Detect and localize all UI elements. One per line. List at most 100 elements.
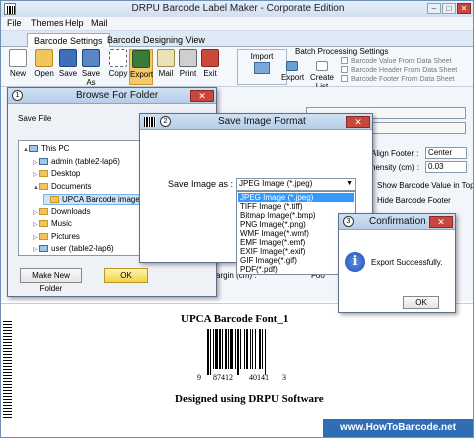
footer-margin-value: 0.03 — [428, 162, 444, 171]
checkbox[interactable] — [341, 75, 348, 82]
image-format-option[interactable]: PNG Image(*.png) — [238, 220, 354, 229]
image-format-option[interactable]: EXIF Image(*.exif) — [238, 247, 354, 256]
mail-label: Mail — [158, 69, 174, 78]
folder-tree-label: This PC — [41, 144, 70, 153]
image-format-option[interactable]: WMF Image(*.wmf) — [238, 229, 354, 238]
confirmation-title: Confirmation — [369, 216, 426, 227]
save-image-close-button[interactable]: ✕ — [346, 116, 370, 128]
menu-file[interactable]: File — [7, 18, 22, 28]
browse-ok-button[interactable]: OK — [104, 268, 148, 283]
tab-barcode-designing-view[interactable]: Barcode Designing View — [101, 33, 211, 47]
barcode-icon — [144, 117, 156, 127]
folder-tree-label: Documents — [51, 181, 92, 191]
save-as-label: Save As — [81, 69, 101, 87]
barcode-bar — [230, 329, 233, 369]
print-icon — [179, 49, 197, 67]
import-icon[interactable] — [254, 62, 270, 74]
menu-help[interactable]: Help — [65, 18, 84, 28]
folder-tree-item[interactable]: ▷ Pictures — [33, 232, 80, 241]
confirmation-titlebar: 3 Confirmation ✕ — [339, 214, 455, 230]
hide-footer-label[interactable]: Hide Barcode Footer — [377, 196, 451, 205]
image-format-selected: JPEG Image (*.jpeg) — [239, 179, 313, 188]
new-button[interactable]: New — [5, 49, 31, 85]
align-footer-value: Center — [428, 148, 453, 157]
folder-tree-item[interactable]: ▷ Desktop — [33, 169, 80, 178]
checkbox[interactable] — [341, 66, 348, 73]
computer-icon — [39, 245, 48, 252]
folder-icon — [39, 207, 48, 215]
barcode-bar — [215, 329, 218, 369]
menu-themes[interactable]: Themes — [31, 18, 64, 28]
new-icon — [9, 49, 27, 67]
create-list-icon — [316, 61, 328, 71]
barcode-bar — [213, 329, 214, 369]
folder-tree-item[interactable]: ▷ admin (table2-lap6) — [33, 157, 120, 166]
exit-button[interactable]: Exit — [197, 49, 223, 85]
save-button[interactable]: Save — [55, 49, 81, 85]
export-button[interactable]: Export — [129, 49, 153, 85]
open-label: Open — [34, 69, 54, 78]
folder-tree-item[interactable]: UPCA Barcode image — [43, 194, 141, 205]
barcode-bar — [259, 329, 261, 369]
folder-icon — [39, 170, 48, 177]
checkbox[interactable] — [341, 57, 348, 64]
new-label: New — [9, 69, 26, 78]
open-button[interactable]: Open — [31, 49, 57, 85]
batch-option-value[interactable]: Barcode Value From Data Sheet — [341, 57, 452, 65]
batch-option-footer[interactable]: Barcode Footer From Data Sheet — [341, 75, 455, 83]
confirmation-close-button[interactable]: ✕ — [429, 216, 453, 228]
browse-close-button[interactable]: ✕ — [190, 90, 214, 102]
save-image-dialog-titlebar: 2 Save Image Format ✕ — [140, 114, 372, 130]
image-format-option[interactable]: JPEG Image (*.jpeg) — [238, 193, 354, 202]
image-format-option[interactable]: Bitmap Image(*.bmp) — [238, 211, 354, 220]
folder-tree-label: Desktop — [51, 169, 81, 178]
folder-tree-item[interactable]: ▷ user (table2-lap6) — [33, 244, 114, 253]
folder-tree-item[interactable]: ▷ Downloads — [33, 207, 91, 216]
image-format-option[interactable]: PDF(*.pdf) — [238, 265, 354, 274]
barcode-footer-text: Designed using DRPU Software — [175, 393, 324, 405]
save-as-button[interactable]: Save As — [79, 49, 103, 87]
folder-icon — [39, 232, 48, 240]
show-value-top-label[interactable]: Show Barcode Value in Top — [377, 181, 473, 190]
align-footer-label: Align Footer : — [371, 149, 419, 158]
folder-tree-item[interactable]: ▲ Documents — [33, 182, 91, 191]
batch-export-button[interactable]: Export — [281, 61, 304, 85]
folder-tree-label: UPCA Barcode image — [62, 195, 140, 204]
align-footer-select[interactable]: Center — [425, 147, 467, 159]
menu-mail[interactable]: Mail — [91, 18, 108, 28]
image-format-option[interactable]: TIFF Image (*.tiff) — [238, 202, 354, 211]
barcode-bar — [252, 329, 253, 369]
make-new-folder-button[interactable]: Make New Folder — [20, 268, 82, 293]
save-image-dialog-title: Save Image Format — [218, 116, 306, 127]
footer-margin-input[interactable]: 0.03 — [425, 161, 467, 173]
folder-tree-item[interactable]: ▷ Music — [33, 219, 72, 228]
copy-icon — [109, 49, 127, 67]
browse-dialog-titlebar: 1 Browse For Folder ✕ — [8, 88, 216, 104]
barcode-bar — [246, 329, 248, 369]
tab-barcode-settings[interactable]: Barcode Settings — [27, 33, 110, 47]
image-format-select[interactable]: JPEG Image (*.jpeg) ▼ — [236, 178, 356, 191]
confirmation-ok-button[interactable]: OK — [403, 296, 439, 309]
maximize-button[interactable]: □ — [442, 3, 456, 14]
print-label: Print — [179, 69, 197, 78]
brand-banner: www.HowToBarcode.net — [323, 419, 473, 437]
folder-tree-item[interactable]: ▲ This PC — [23, 144, 69, 153]
computer-icon — [39, 157, 48, 165]
image-format-option[interactable]: GIF Image(*.gif) — [238, 256, 354, 265]
batch-option-label: Barcode Header From Data Sheet — [351, 67, 458, 74]
close-window-button[interactable]: ✕ — [457, 3, 471, 14]
batch-option-header[interactable]: Barcode Header From Data Sheet — [341, 66, 457, 74]
toolbar: New Open Save Save As Copy Export Mail P… — [1, 47, 473, 91]
barcode-bar — [228, 329, 229, 369]
create-list-button[interactable]: Create List — [305, 61, 339, 91]
copy-button[interactable]: Copy — [105, 49, 131, 85]
step-badge: 3 — [343, 216, 354, 227]
save-as-icon — [82, 49, 100, 67]
folder-tree-label: Pictures — [51, 231, 80, 241]
image-format-option[interactable]: EMF Image(*.emf) — [238, 238, 354, 247]
confirmation-dialog: 3 Confirmation ✕ i Export Successfully. … — [338, 213, 456, 313]
minimize-button[interactable]: – — [427, 3, 441, 14]
barcode-bar — [235, 329, 236, 369]
browse-dialog-title: Browse For Folder — [76, 90, 159, 101]
export-label: Export — [130, 70, 154, 79]
